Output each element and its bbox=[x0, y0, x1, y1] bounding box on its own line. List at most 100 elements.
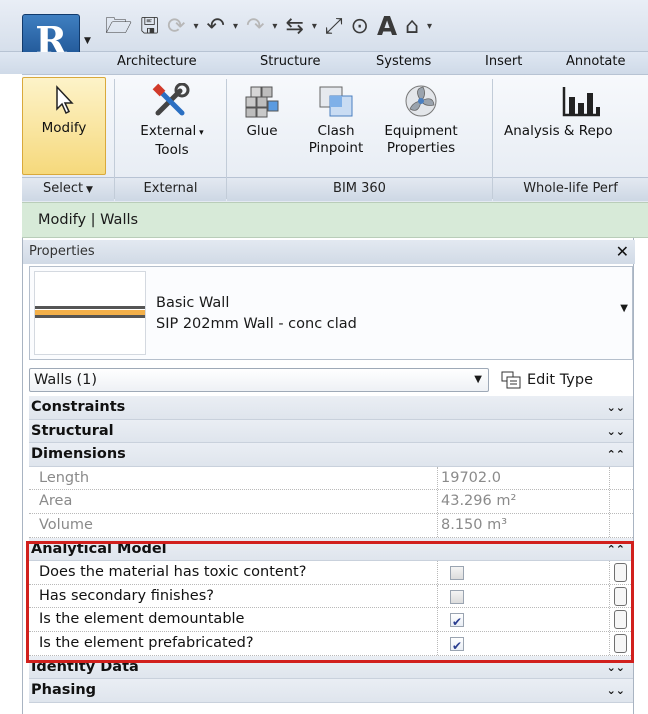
chevron-down-icon[interactable]: ▼ bbox=[474, 369, 482, 391]
associate-parameter-button[interactable] bbox=[614, 633, 627, 653]
chevron-down-icon[interactable]: ▾ bbox=[427, 14, 432, 40]
type-family: Basic Wall bbox=[156, 295, 230, 311]
group-select-label: Select bbox=[43, 181, 84, 196]
analysis-report-button[interactable]: Analysis & Repo bbox=[504, 83, 648, 140]
tab-systems[interactable]: Systems bbox=[376, 54, 431, 69]
param-button-cell bbox=[609, 561, 633, 584]
param-button-cell bbox=[609, 490, 633, 513]
param-row-secondary-finishes: Has secondary finishes? bbox=[29, 584, 633, 609]
param-button-cell bbox=[609, 608, 633, 631]
param-value: 8.150 m³ bbox=[437, 513, 609, 537]
param-label: Area bbox=[39, 493, 73, 510]
param-value-cell bbox=[437, 631, 609, 658]
tab-annotate[interactable]: Annotate bbox=[566, 54, 625, 69]
category-label: Structural bbox=[31, 422, 114, 439]
param-label: Length bbox=[39, 469, 90, 486]
param-value-cell bbox=[437, 608, 609, 634]
clash-pinpoint-label-line2: Pinpoint bbox=[308, 140, 364, 156]
fan-icon bbox=[405, 85, 437, 117]
collapse-chevron-icon[interactable]: ⌃⌃ bbox=[607, 443, 625, 466]
3d-view-icon[interactable]: ⌂ bbox=[405, 14, 419, 40]
param-button-cell bbox=[609, 631, 633, 655]
glue-label: Glue bbox=[246, 123, 278, 139]
category-dimensions[interactable]: Dimensions ⌃⌃ bbox=[29, 443, 633, 467]
param-value: 19702.0 bbox=[437, 466, 609, 490]
instance-filter-dropdown[interactable]: Walls (1) ▼ bbox=[29, 368, 489, 392]
param-label: Does the material has toxic content? bbox=[39, 564, 307, 581]
param-row-volume: Volume 8.150 m³ bbox=[29, 513, 633, 538]
expand-chevron-icon[interactable]: ⌄⌄ bbox=[607, 396, 625, 419]
undo-icon[interactable]: ↶ bbox=[207, 14, 225, 40]
chevron-down-icon[interactable]: ▾ bbox=[193, 14, 198, 40]
type-name: SIP 202mm Wall - conc clad bbox=[156, 316, 357, 332]
chevron-down-icon[interactable]: ▼ bbox=[84, 36, 91, 46]
category-analytical-model[interactable]: Analytical Model ⌃⌃ bbox=[29, 537, 633, 562]
expand-chevron-icon[interactable]: ⌄⌄ bbox=[607, 679, 625, 702]
properties-grid: Constraints ⌄⌄ Structural ⌄⌄ Dimensions … bbox=[29, 396, 633, 703]
wall-type-swatch bbox=[34, 271, 146, 355]
associate-parameter-button[interactable] bbox=[614, 586, 627, 606]
category-identity-data[interactable]: Identity Data ⌄⌄ bbox=[29, 655, 633, 680]
ribbon-tab-bar: Architecture Structure Systems Insert An… bbox=[0, 52, 648, 74]
redo-icon[interactable]: ↷ bbox=[246, 14, 264, 40]
cursor-arrow-icon bbox=[56, 85, 74, 115]
save-icon[interactable]: 🖫 bbox=[140, 14, 159, 40]
param-value-cell bbox=[437, 584, 609, 608]
sync-icon[interactable]: ⟳ bbox=[167, 14, 185, 40]
modify-button[interactable]: Modify bbox=[22, 77, 106, 175]
secondary-finishes-checkbox[interactable] bbox=[450, 589, 464, 604]
equipment-properties-button[interactable]: Equipment Properties bbox=[378, 83, 464, 157]
external-tools-label-line1: External bbox=[140, 123, 197, 139]
text-icon[interactable]: A bbox=[377, 14, 397, 40]
edit-type-label: Edit Type bbox=[527, 372, 593, 388]
associate-parameter-button[interactable] bbox=[614, 610, 627, 630]
dimension-icon[interactable]: ⤢ bbox=[325, 14, 343, 40]
close-icon[interactable]: ✕ bbox=[616, 240, 629, 264]
instance-filter-value: Walls (1) bbox=[34, 372, 98, 388]
wall-layers-icon bbox=[35, 306, 145, 318]
clash-pinpoint-label-line1: Clash bbox=[317, 123, 355, 139]
category-constraints[interactable]: Constraints ⌄⌄ bbox=[29, 396, 633, 420]
chevron-down-icon[interactable]: ▾ bbox=[272, 14, 277, 40]
chevron-down-icon[interactable]: ▾ bbox=[233, 14, 238, 40]
clash-pinpoint-button[interactable]: Clash Pinpoint bbox=[300, 83, 372, 157]
expand-chevron-icon[interactable]: ⌄⌄ bbox=[607, 420, 625, 443]
edit-type-button[interactable]: Edit Type bbox=[495, 368, 633, 392]
clash-squares-icon bbox=[319, 86, 353, 117]
type-selector[interactable]: Basic Wall SIP 202mm Wall - conc clad ▼ bbox=[29, 266, 633, 360]
measure-icon[interactable]: ⇆ bbox=[285, 14, 303, 40]
external-tools-button[interactable]: External ▾ Tools bbox=[122, 83, 222, 159]
collapse-chevron-icon[interactable]: ⌃⌃ bbox=[607, 538, 625, 561]
chevron-down-icon[interactable]: ▾ bbox=[196, 128, 204, 138]
instance-row: Walls (1) ▼ Edit Type bbox=[29, 368, 633, 394]
tab-insert[interactable]: Insert bbox=[485, 54, 522, 69]
category-label: Identity Data bbox=[31, 658, 139, 675]
equipment-properties-label-line2: Properties bbox=[386, 140, 456, 156]
param-label: Volume bbox=[39, 516, 93, 533]
tab-architecture[interactable]: Architecture bbox=[117, 54, 197, 69]
demountable-checkbox[interactable] bbox=[450, 611, 464, 634]
prefabricated-checkbox[interactable] bbox=[450, 635, 464, 658]
bar-chart-icon bbox=[562, 87, 600, 117]
tab-structure[interactable]: Structure bbox=[260, 54, 320, 69]
group-select[interactable]: Select ▼ bbox=[22, 177, 114, 201]
glue-button[interactable]: Glue bbox=[234, 83, 290, 140]
open-folder-icon[interactable]: 🗁 bbox=[105, 14, 132, 40]
category-phasing[interactable]: Phasing ⌄⌄ bbox=[29, 679, 633, 703]
properties-title-bar: Properties ✕ bbox=[23, 240, 635, 264]
category-label: Analytical Model bbox=[31, 540, 167, 557]
chevron-down-icon[interactable]: ▾ bbox=[312, 14, 317, 40]
chevron-down-icon[interactable]: ▼ bbox=[620, 303, 628, 314]
category-structural[interactable]: Structural ⌄⌄ bbox=[29, 419, 633, 444]
chevron-down-icon[interactable]: ▼ bbox=[83, 185, 93, 195]
associate-parameter-button[interactable] bbox=[614, 563, 627, 583]
modify-label: Modify bbox=[41, 120, 87, 136]
tag-icon[interactable]: ⊙ bbox=[351, 14, 369, 40]
quick-access-toolbar: R ▼ 🗁 🖫 ⟳ ▾ ↶ ▾ ↷ ▾ ⇆ ▾ ⤢ ⊙ A ⌂ ▾ bbox=[0, 0, 648, 66]
glue-blocks-icon bbox=[245, 86, 279, 118]
group-whole-life: Whole-life Perf bbox=[493, 177, 648, 201]
edit-type-icon bbox=[501, 371, 521, 389]
toxic-content-checkbox[interactable] bbox=[450, 566, 464, 581]
expand-chevron-icon[interactable]: ⌄⌄ bbox=[607, 656, 625, 679]
param-value-cell bbox=[437, 561, 609, 584]
